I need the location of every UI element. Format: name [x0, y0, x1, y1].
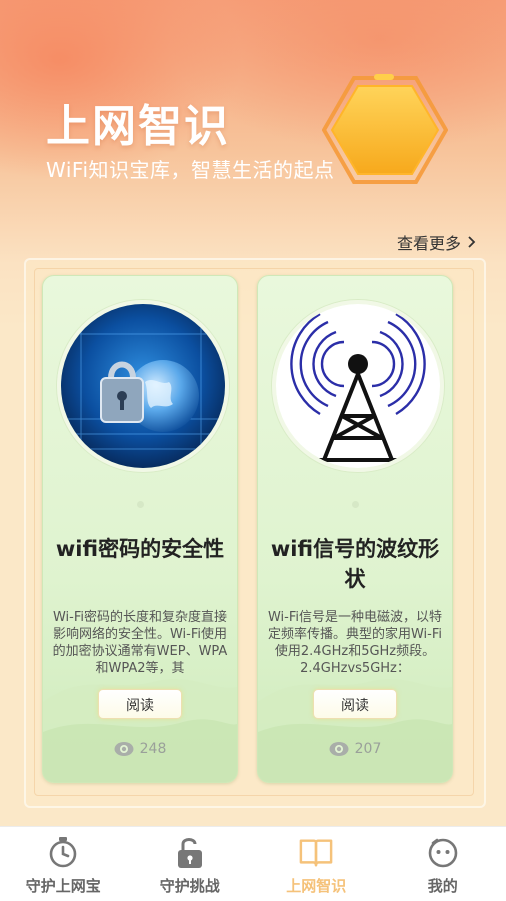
tab-mine[interactable]: 我的 [380, 827, 506, 901]
tab-guard-challenge[interactable]: 守护挑战 [127, 827, 254, 901]
view-count-value: 207 [355, 741, 382, 757]
view-more-label: 查看更多 [397, 230, 461, 254]
stopwatch-icon [46, 835, 80, 869]
tab-label: 上网智识 [286, 875, 346, 896]
article-card-wifi-password[interactable]: wifi密码的安全性 Wi-Fi密码的长度和复杂度直接影响网络的安全性。Wi-F… [42, 275, 238, 783]
page-subtitle: WiFi知识宝库，智慧生活的起点 [46, 154, 335, 183]
padlock-globe-circuit-image [57, 300, 229, 472]
signal-tower-waves-image [272, 300, 444, 472]
page-title: 上网智识 [46, 90, 230, 154]
hexagon-emblem-icon [322, 74, 448, 186]
tab-online-knowledge[interactable]: 上网智识 [253, 827, 380, 901]
face-icon [426, 835, 460, 869]
chevron-right-icon [467, 235, 476, 249]
view-count-value: 248 [140, 741, 167, 757]
article-card-wifi-signal[interactable]: wifi信号的波纹形状 Wi-Fi信号是一种电磁波，以特定频率传播。典型的家用W… [257, 275, 453, 783]
card-title: wifi密码的安全性 [53, 534, 227, 564]
card-title: wifi信号的波纹形状 [268, 534, 442, 594]
bottom-tab-bar: 守护上网宝 守护挑战 上网智识 [0, 826, 506, 901]
card-description: Wi-Fi信号是一种电磁波，以特定频率传播。典型的家用Wi-Fi使用2.4GHz… [266, 609, 444, 677]
unlock-icon [173, 835, 207, 869]
carousel-dot [137, 501, 144, 508]
read-button[interactable]: 阅读 [313, 689, 397, 719]
carousel-dot [352, 501, 359, 508]
eye-icon [114, 741, 134, 757]
view-count: 248 [43, 741, 237, 757]
tab-label: 守护上网宝 [26, 875, 101, 896]
book-icon [299, 835, 333, 869]
view-count: 207 [258, 741, 452, 757]
tab-guard-online[interactable]: 守护上网宝 [0, 827, 127, 901]
tab-label: 我的 [428, 875, 458, 896]
view-more-link[interactable]: 查看更多 [397, 230, 476, 254]
tab-label: 守护挑战 [160, 875, 220, 896]
read-button[interactable]: 阅读 [98, 689, 182, 719]
eye-icon [329, 741, 349, 757]
card-description: Wi-Fi密码的长度和复杂度直接影响网络的安全性。Wi-Fi使用的加密协议通常有… [51, 609, 229, 677]
